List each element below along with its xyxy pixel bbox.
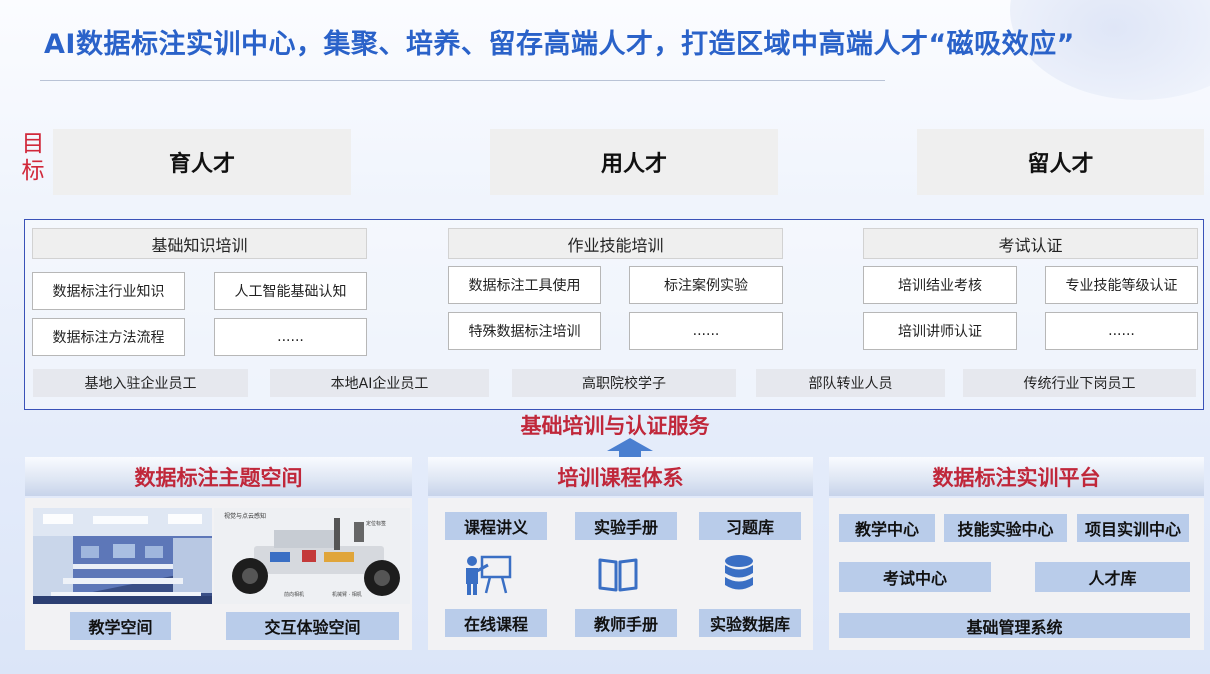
training-item: 数据标注工具使用 (448, 266, 601, 304)
photo-caption-vision: 视觉与点云感知 (224, 512, 266, 520)
training-item: 数据标注行业知识 (32, 272, 185, 310)
robot-car-photo: 视觉与点云感知 定位标签 前向相机 机械臂 · 相机 (214, 508, 410, 604)
course-item: 实验手册 (575, 512, 677, 540)
page-title: AI数据标注实训中心，集聚、培养、留存高端人才，打造区域中高端人才“磁吸效应” (44, 29, 1075, 60)
presenter-icon (466, 555, 512, 595)
training-item: ...... (214, 318, 367, 356)
title-divider (40, 80, 885, 81)
training-header-basic: 基础知识培训 (32, 228, 367, 259)
course-item: 实验数据库 (699, 609, 801, 637)
training-item: 人工智能基础认知 (214, 272, 367, 310)
platform-item: 教学中心 (839, 514, 935, 542)
goal-label-char-2: 标 (21, 158, 45, 184)
audience-item: 高职院校学子 (512, 369, 736, 397)
audience-item: 基地入驻企业员工 (33, 369, 248, 397)
training-item: 特殊数据标注培训 (448, 312, 601, 350)
course-item: 教师手册 (575, 609, 677, 637)
training-item: 培训结业考核 (863, 266, 1017, 304)
service-label: 基础培训与认证服务 (520, 414, 710, 438)
training-header-certification: 考试认证 (863, 228, 1198, 259)
tag-interactive-space: 交互体验空间 (226, 612, 399, 640)
training-item: 标注案例实验 (629, 266, 783, 304)
database-icon (725, 555, 753, 590)
training-item: 专业技能等级认证 (1045, 266, 1198, 304)
audience-item: 传统行业下岗员工 (963, 369, 1196, 397)
photo-caption-arm-camera: 机械臂 · 相机 (332, 591, 362, 598)
training-item: ...... (629, 312, 783, 350)
audience-item: 本地AI企业员工 (270, 369, 489, 397)
course-item: 习题库 (699, 512, 801, 540)
section-header-courses: 培训课程体系 (428, 457, 813, 496)
goal-label: 目 标 (19, 131, 47, 185)
photo-caption-front-camera: 前向相机 (284, 591, 304, 598)
platform-item: 技能实验中心 (944, 514, 1067, 542)
training-item: 数据标注方法流程 (32, 318, 185, 356)
platform-item: 人才库 (1035, 562, 1190, 592)
training-item: ...... (1045, 312, 1198, 350)
tag-teaching-space: 教学空间 (70, 612, 171, 640)
platform-item: 考试中心 (839, 562, 991, 592)
goal-label-char-1: 目 (21, 131, 45, 157)
course-item: 课程讲义 (445, 512, 547, 540)
photo-caption-tag: 定位标签 (366, 520, 386, 527)
platform-item-management: 基础管理系统 (839, 613, 1190, 638)
section-header-space: 数据标注主题空间 (25, 457, 412, 496)
classroom-photo (33, 508, 212, 604)
training-item: 培训讲师认证 (863, 312, 1017, 350)
training-header-skills: 作业技能培训 (448, 228, 783, 259)
course-item: 在线课程 (445, 609, 547, 637)
book-icon (598, 558, 638, 592)
audience-item: 部队转业人员 (756, 369, 945, 397)
section-header-platform: 数据标注实训平台 (829, 457, 1204, 496)
goal-cultivate-talent: 育人才 (53, 129, 351, 195)
goal-use-talent: 用人才 (490, 129, 778, 195)
platform-item: 项目实训中心 (1077, 514, 1189, 542)
goal-retain-talent: 留人才 (917, 129, 1204, 195)
